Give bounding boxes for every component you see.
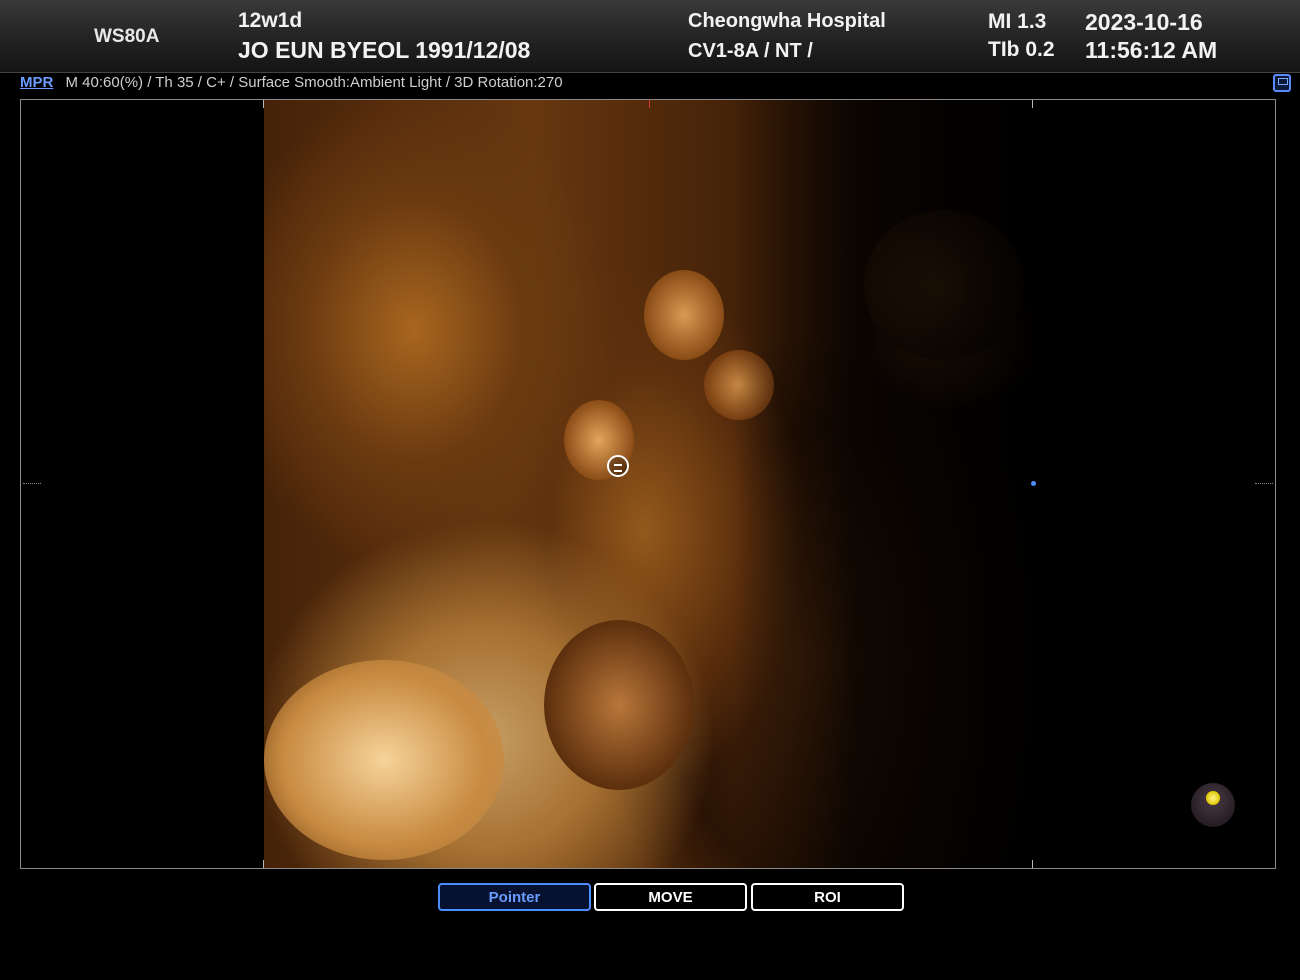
rotate-cursor-icon (607, 455, 629, 477)
roi-button[interactable]: ROI (751, 883, 904, 911)
image-viewport[interactable] (20, 99, 1276, 869)
roi-corner-marker (1032, 100, 1033, 108)
mechanical-index: MI 1.3 (988, 10, 1047, 33)
header-bar: WS80A 12w1d JO EUN BYEOL 1991/12/08 Cheo… (0, 0, 1300, 73)
3d-render-image (264, 100, 1033, 868)
hospital-name: Cheongwha Hospital (688, 10, 886, 32)
exam-time: 11:56:12 AM (1085, 37, 1218, 63)
rotation-center-dot[interactable] (1031, 481, 1036, 486)
save-icon[interactable] (1273, 74, 1291, 92)
render-status-line: MPR M 40:60(%) / Th 35 / C+ / Surface Sm… (20, 74, 563, 94)
system-model: WS80A (94, 26, 160, 47)
light-source-icon[interactable] (1191, 783, 1235, 827)
patient-info: JO EUN BYEOL 1991/12/08 (238, 37, 531, 63)
roi-corner-marker (263, 100, 264, 108)
right-edge-tick (1255, 483, 1273, 484)
pointer-button[interactable]: Pointer (438, 883, 591, 911)
thermal-index: TIb 0.2 (988, 38, 1055, 61)
probe-preset: CV1-8A / NT / (688, 40, 813, 62)
render-parameters: M 40:60(%) / Th 35 / C+ / Surface Smooth… (65, 74, 563, 91)
left-edge-tick (23, 483, 41, 484)
mpr-link[interactable]: MPR (20, 74, 53, 91)
mode-button-row: Pointer MOVE ROI (438, 883, 908, 911)
exam-date: 2023-10-16 (1085, 9, 1203, 35)
top-center-marker (649, 100, 650, 108)
roi-corner-marker (1032, 860, 1033, 868)
roi-corner-marker (263, 860, 264, 868)
gestational-age: 12w1d (238, 9, 303, 32)
move-button[interactable]: MOVE (594, 883, 747, 911)
